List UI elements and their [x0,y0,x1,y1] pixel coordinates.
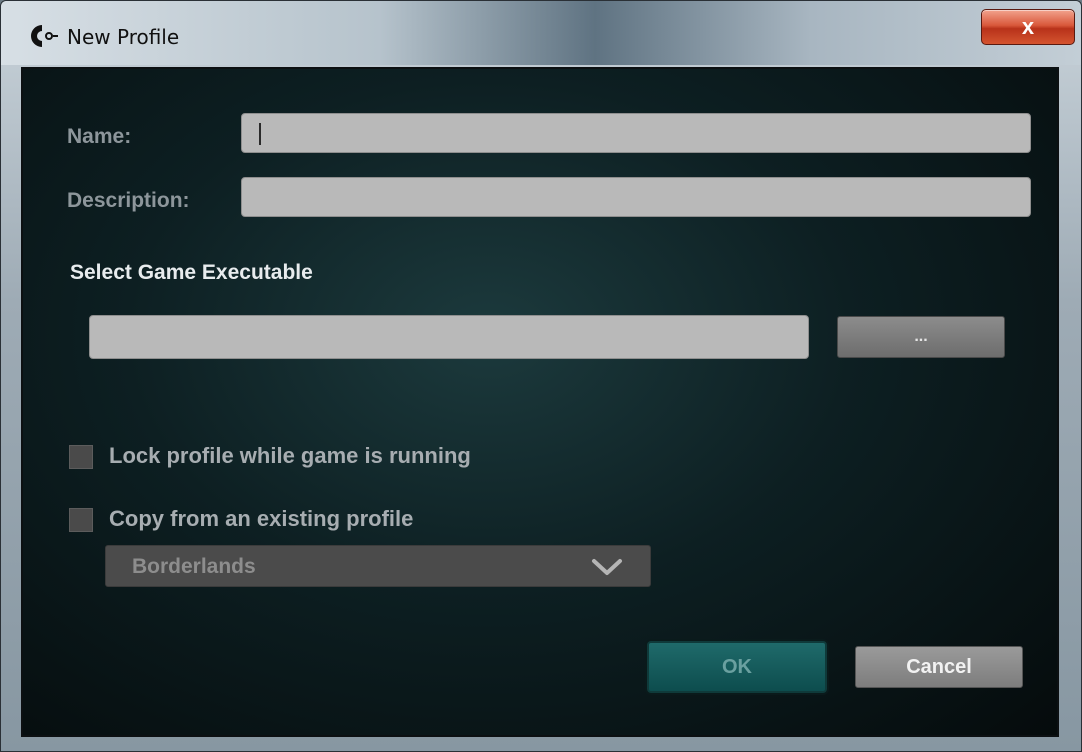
dialog-body: Name: Description: Select Game Executabl… [21,67,1059,737]
select-executable-heading: Select Game Executable [70,261,313,284]
window-title: New Profile [67,25,180,49]
close-icon: x [1021,14,1035,39]
copy-profile-dropdown[interactable]: Borderlands [105,545,651,587]
lock-profile-checkbox[interactable] [69,445,93,469]
name-label: Name: [67,125,132,148]
close-button[interactable]: x [981,9,1075,45]
chevron-down-icon [592,559,622,575]
cancel-button[interactable]: Cancel [855,646,1023,688]
copy-profile-label[interactable]: Copy from an existing profile [109,506,413,532]
browse-button[interactable]: ... [837,316,1005,358]
lock-profile-label[interactable]: Lock profile while game is running [109,443,471,469]
copy-profile-selected-value: Borderlands [132,555,256,578]
title-bar[interactable]: New Profile x [1,1,1081,65]
description-input[interactable] [241,177,1031,217]
new-profile-dialog: New Profile x Name: Description: Select … [0,0,1082,752]
logitech-g-logo-icon [31,25,58,47]
copy-profile-checkbox[interactable] [69,508,93,532]
ok-button-label: OK [722,655,752,678]
description-label: Description: [67,189,190,212]
text-caret [259,123,261,145]
name-input[interactable] [241,113,1031,153]
ok-button[interactable]: OK [647,641,827,693]
executable-path-input[interactable] [89,315,809,359]
browse-button-label: ... [914,328,928,345]
cancel-button-label: Cancel [906,655,972,678]
